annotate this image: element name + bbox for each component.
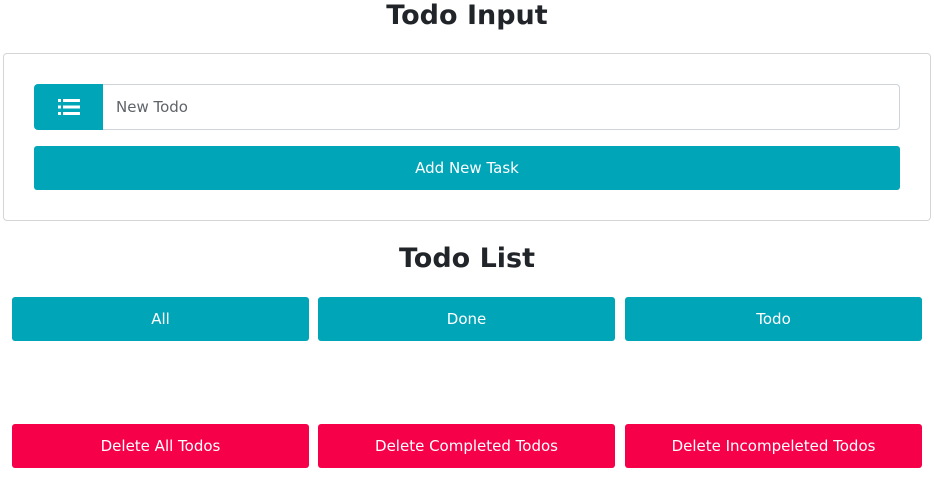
todo-input-group [34,84,900,130]
delete-all-todos-button[interactable]: Delete All Todos [12,424,309,468]
delete-incompleted-todos-button[interactable]: Delete Incompeleted Todos [625,424,922,468]
filter-all-button[interactable]: All [12,297,309,341]
todo-input-title: Todo Input [386,0,548,31]
todo-list-title: Todo List [398,243,536,274]
add-new-task-button[interactable]: Add New Task [34,146,900,190]
filter-done-button[interactable]: Done [318,297,615,341]
delete-completed-todos-button[interactable]: Delete Completed Todos [318,424,615,468]
list-icon [34,84,103,130]
todo-input-card: Add New Task [3,53,931,221]
new-todo-input[interactable] [103,84,900,130]
filter-todo-button[interactable]: Todo [625,297,922,341]
